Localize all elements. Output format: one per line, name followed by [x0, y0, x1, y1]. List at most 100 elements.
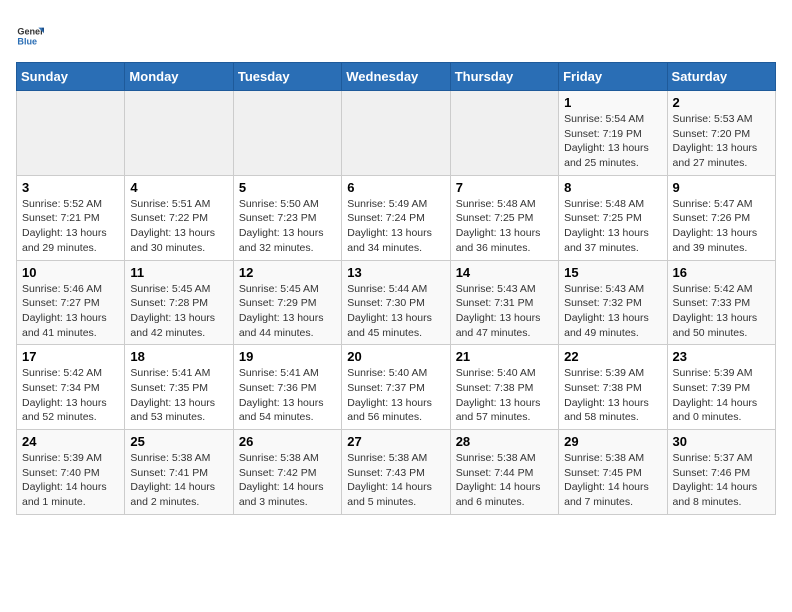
- day-number: 10: [22, 265, 119, 280]
- calendar-cell: 23 Sunrise: 5:39 AM Sunset: 7:39 PM Dayli…: [667, 345, 775, 430]
- day-number: 27: [347, 434, 444, 449]
- day-content: Sunrise: 5:40 AM Sunset: 7:37 PM Dayligh…: [347, 366, 444, 425]
- day-content: Sunrise: 5:37 AM Sunset: 7:46 PM Dayligh…: [673, 451, 770, 510]
- day-content: Sunrise: 5:53 AM Sunset: 7:20 PM Dayligh…: [673, 112, 770, 171]
- day-number: 14: [456, 265, 553, 280]
- day-number: 8: [564, 180, 661, 195]
- day-content: Sunrise: 5:38 AM Sunset: 7:43 PM Dayligh…: [347, 451, 444, 510]
- day-number: 25: [130, 434, 227, 449]
- calendar-cell: [17, 91, 125, 176]
- calendar-cell: [233, 91, 341, 176]
- calendar-table: SundayMondayTuesdayWednesdayThursdayFrid…: [16, 62, 776, 515]
- day-content: Sunrise: 5:38 AM Sunset: 7:41 PM Dayligh…: [130, 451, 227, 510]
- calendar-cell: 25 Sunrise: 5:38 AM Sunset: 7:41 PM Dayli…: [125, 430, 233, 515]
- day-content: Sunrise: 5:38 AM Sunset: 7:42 PM Dayligh…: [239, 451, 336, 510]
- day-number: 19: [239, 349, 336, 364]
- calendar-header-row: SundayMondayTuesdayWednesdayThursdayFrid…: [17, 63, 776, 91]
- day-content: Sunrise: 5:39 AM Sunset: 7:38 PM Dayligh…: [564, 366, 661, 425]
- calendar-week-5: 24Sunrise: 5:39 AM Sunset: 7:40 PM Dayli…: [17, 430, 776, 515]
- calendar-week-4: 17Sunrise: 5:42 AM Sunset: 7:34 PM Dayli…: [17, 345, 776, 430]
- calendar-cell: 5Sunrise: 5:50 AM Sunset: 7:23 PM Daylig…: [233, 175, 341, 260]
- day-content: Sunrise: 5:43 AM Sunset: 7:31 PM Dayligh…: [456, 282, 553, 341]
- calendar-cell: 2 Sunrise: 5:53 AM Sunset: 7:20 PM Daylig…: [667, 91, 775, 176]
- day-number: 17: [22, 349, 119, 364]
- day-content: Sunrise: 5:48 AM Sunset: 7:25 PM Dayligh…: [456, 197, 553, 256]
- calendar-cell: 18 Sunrise: 5:41 AM Sunset: 7:35 PM Dayli…: [125, 345, 233, 430]
- calendar-week-3: 10 Sunrise: 5:46 AM Sunset: 7:27 PM Dayli…: [17, 260, 776, 345]
- day-number: 23: [673, 349, 770, 364]
- day-number: 2: [673, 95, 770, 110]
- day-content: Sunrise: 5:52 AM Sunset: 7:21 PM Dayligh…: [22, 197, 119, 256]
- calendar-cell: 10 Sunrise: 5:46 AM Sunset: 7:27 PM Dayli…: [17, 260, 125, 345]
- weekday-header-wednesday: Wednesday: [342, 63, 450, 91]
- calendar-cell: 3Sunrise: 5:52 AM Sunset: 7:21 PM Daylig…: [17, 175, 125, 260]
- day-number: 1: [564, 95, 661, 110]
- weekday-header-saturday: Saturday: [667, 63, 775, 91]
- day-content: Sunrise: 5:44 AM Sunset: 7:30 PM Dayligh…: [347, 282, 444, 341]
- day-content: Sunrise: 5:39 AM Sunset: 7:39 PM Dayligh…: [673, 366, 770, 425]
- calendar-cell: 30Sunrise: 5:37 AM Sunset: 7:46 PM Dayli…: [667, 430, 775, 515]
- weekday-header-thursday: Thursday: [450, 63, 558, 91]
- calendar-cell: 11 Sunrise: 5:45 AM Sunset: 7:28 PM Dayli…: [125, 260, 233, 345]
- calendar-cell: 24Sunrise: 5:39 AM Sunset: 7:40 PM Dayli…: [17, 430, 125, 515]
- calendar-cell: 17Sunrise: 5:42 AM Sunset: 7:34 PM Dayli…: [17, 345, 125, 430]
- logo: General Blue: [16, 22, 44, 50]
- day-number: 16: [673, 265, 770, 280]
- day-content: Sunrise: 5:50 AM Sunset: 7:23 PM Dayligh…: [239, 197, 336, 256]
- day-content: Sunrise: 5:54 AM Sunset: 7:19 PM Dayligh…: [564, 112, 661, 171]
- calendar-cell: 14 Sunrise: 5:43 AM Sunset: 7:31 PM Dayli…: [450, 260, 558, 345]
- calendar-cell: 6Sunrise: 5:49 AM Sunset: 7:24 PM Daylig…: [342, 175, 450, 260]
- calendar-cell: 1 Sunrise: 5:54 AM Sunset: 7:19 PM Daylig…: [559, 91, 667, 176]
- calendar-cell: 22 Sunrise: 5:39 AM Sunset: 7:38 PM Dayli…: [559, 345, 667, 430]
- day-number: 26: [239, 434, 336, 449]
- day-content: Sunrise: 5:41 AM Sunset: 7:35 PM Dayligh…: [130, 366, 227, 425]
- calendar-week-1: 1 Sunrise: 5:54 AM Sunset: 7:19 PM Daylig…: [17, 91, 776, 176]
- day-content: Sunrise: 5:40 AM Sunset: 7:38 PM Dayligh…: [456, 366, 553, 425]
- calendar-week-2: 3Sunrise: 5:52 AM Sunset: 7:21 PM Daylig…: [17, 175, 776, 260]
- svg-text:Blue: Blue: [17, 36, 37, 46]
- calendar-cell: 4 Sunrise: 5:51 AM Sunset: 7:22 PM Daylig…: [125, 175, 233, 260]
- calendar-cell: 15 Sunrise: 5:43 AM Sunset: 7:32 PM Dayli…: [559, 260, 667, 345]
- calendar-cell: 27 Sunrise: 5:38 AM Sunset: 7:43 PM Dayli…: [342, 430, 450, 515]
- day-number: 12: [239, 265, 336, 280]
- calendar-cell: 29 Sunrise: 5:38 AM Sunset: 7:45 PM Dayli…: [559, 430, 667, 515]
- calendar-cell: 16Sunrise: 5:42 AM Sunset: 7:33 PM Dayli…: [667, 260, 775, 345]
- day-number: 29: [564, 434, 661, 449]
- day-number: 21: [456, 349, 553, 364]
- day-content: Sunrise: 5:38 AM Sunset: 7:44 PM Dayligh…: [456, 451, 553, 510]
- weekday-header-tuesday: Tuesday: [233, 63, 341, 91]
- weekday-header-friday: Friday: [559, 63, 667, 91]
- page-header: General Blue: [16, 16, 776, 50]
- day-content: Sunrise: 5:51 AM Sunset: 7:22 PM Dayligh…: [130, 197, 227, 256]
- day-number: 15: [564, 265, 661, 280]
- day-number: 22: [564, 349, 661, 364]
- logo-icon: General Blue: [16, 22, 44, 50]
- weekday-header-sunday: Sunday: [17, 63, 125, 91]
- day-number: 13: [347, 265, 444, 280]
- calendar-cell: [125, 91, 233, 176]
- day-number: 28: [456, 434, 553, 449]
- day-number: 11: [130, 265, 227, 280]
- day-content: Sunrise: 5:47 AM Sunset: 7:26 PM Dayligh…: [673, 197, 770, 256]
- calendar-cell: 13 Sunrise: 5:44 AM Sunset: 7:30 PM Dayli…: [342, 260, 450, 345]
- calendar-cell: 19 Sunrise: 5:41 AM Sunset: 7:36 PM Dayli…: [233, 345, 341, 430]
- calendar-cell: 28 Sunrise: 5:38 AM Sunset: 7:44 PM Dayli…: [450, 430, 558, 515]
- day-number: 20: [347, 349, 444, 364]
- calendar-cell: 8 Sunrise: 5:48 AM Sunset: 7:25 PM Daylig…: [559, 175, 667, 260]
- day-number: 24: [22, 434, 119, 449]
- day-content: Sunrise: 5:49 AM Sunset: 7:24 PM Dayligh…: [347, 197, 444, 256]
- calendar-cell: [342, 91, 450, 176]
- calendar-cell: 20 Sunrise: 5:40 AM Sunset: 7:37 PM Dayli…: [342, 345, 450, 430]
- day-content: Sunrise: 5:38 AM Sunset: 7:45 PM Dayligh…: [564, 451, 661, 510]
- day-content: Sunrise: 5:45 AM Sunset: 7:28 PM Dayligh…: [130, 282, 227, 341]
- day-number: 4: [130, 180, 227, 195]
- day-number: 7: [456, 180, 553, 195]
- day-content: Sunrise: 5:43 AM Sunset: 7:32 PM Dayligh…: [564, 282, 661, 341]
- day-content: Sunrise: 5:48 AM Sunset: 7:25 PM Dayligh…: [564, 197, 661, 256]
- calendar-cell: 26 Sunrise: 5:38 AM Sunset: 7:42 PM Dayli…: [233, 430, 341, 515]
- calendar-cell: 12Sunrise: 5:45 AM Sunset: 7:29 PM Dayli…: [233, 260, 341, 345]
- calendar-cell: 7 Sunrise: 5:48 AM Sunset: 7:25 PM Daylig…: [450, 175, 558, 260]
- day-content: Sunrise: 5:41 AM Sunset: 7:36 PM Dayligh…: [239, 366, 336, 425]
- day-number: 18: [130, 349, 227, 364]
- day-content: Sunrise: 5:46 AM Sunset: 7:27 PM Dayligh…: [22, 282, 119, 341]
